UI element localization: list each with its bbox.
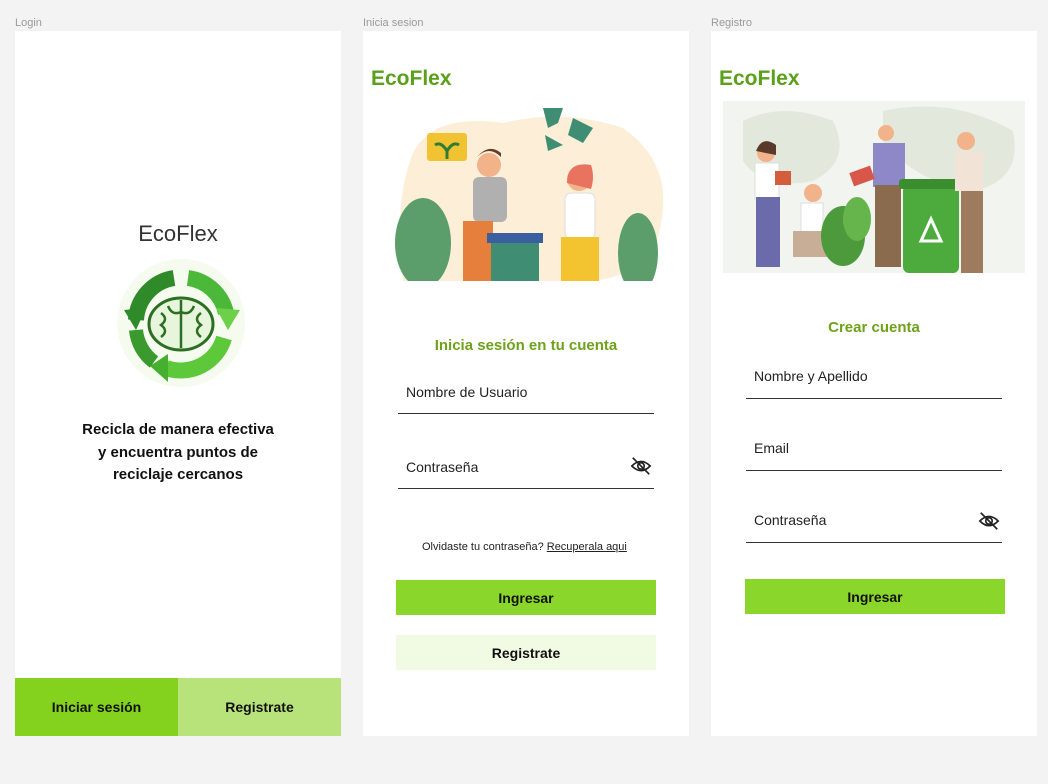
signin-heading: Inicia sesión en tu cuenta: [434, 337, 618, 354]
username-placeholder: Nombre de Usuario: [406, 384, 528, 400]
register-screen: EcoFlex Crear cuenta Nombre y Apellido E…: [711, 31, 1037, 736]
recycle-brain-logo: [117, 259, 245, 387]
email-field[interactable]: Email: [746, 437, 1002, 471]
signin-screen: EcoFlex Inicia sesión en tu cuenta Nombr…: [363, 31, 689, 736]
register-button[interactable]: Registrate: [396, 635, 656, 670]
register-button[interactable]: Registrate: [178, 678, 341, 736]
submit-button[interactable]: Ingresar: [745, 579, 1005, 614]
submit-button[interactable]: Ingresar: [396, 580, 656, 615]
frame-label-login: Login: [15, 17, 42, 29]
forgot-password-label: Olvidaste tu contraseña?: [422, 541, 544, 553]
login-screen: EcoFlex Recicla de manera efectiva y enc…: [15, 31, 341, 736]
register-heading: Crear cuenta: [828, 319, 920, 336]
frame-label-register: Registro: [711, 17, 752, 29]
recover-password-link[interactable]: Recuperala aqui: [547, 541, 627, 553]
name-field[interactable]: Nombre y Apellido: [746, 365, 1002, 399]
frame-label-signin: Inicia sesion: [363, 17, 424, 29]
name-placeholder: Nombre y Apellido: [754, 368, 868, 384]
forgot-password-text: Olvidaste tu contraseña? Recuperala aqui: [422, 541, 627, 553]
tagline: Recicla de manera efectiva y encuentra p…: [15, 419, 341, 487]
tagline-line-2: y encuentra puntos de: [97, 443, 259, 461]
signin-button[interactable]: Iniciar sesión: [15, 678, 178, 736]
brand-logo: EcoFlex: [371, 67, 452, 90]
brand-logo: EcoFlex: [719, 67, 800, 90]
app-title: EcoFlex: [138, 221, 218, 246]
tagline-line-3: reciclaje cercanos: [112, 466, 244, 483]
recycling-people-illustration: [395, 108, 664, 281]
eye-off-icon[interactable]: [978, 510, 1000, 532]
email-placeholder: Email: [754, 440, 790, 456]
password-placeholder: Contraseña: [754, 512, 827, 528]
password-field[interactable]: Contraseña: [746, 507, 1002, 543]
username-field[interactable]: Nombre de Usuario: [398, 383, 654, 414]
password-field[interactable]: Contraseña: [398, 455, 654, 489]
planting-people-illustration: [723, 101, 1025, 273]
tagline-line-1: Recicla de manera efectiva: [82, 421, 274, 438]
password-placeholder: Contraseña: [406, 459, 479, 475]
eye-off-icon[interactable]: [630, 455, 652, 477]
